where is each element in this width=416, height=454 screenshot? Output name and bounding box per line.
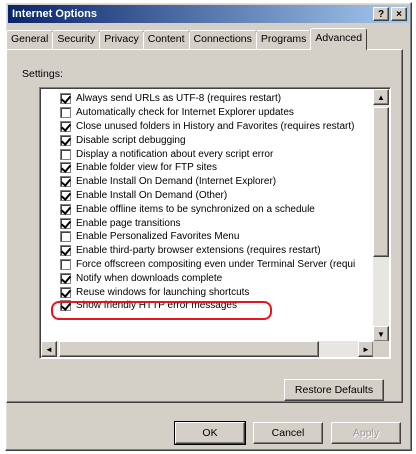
checkbox-checked[interactable] (60, 162, 71, 174)
setting-item[interactable]: Enable Install On Demand (Other) (60, 189, 373, 203)
setting-label: Notify when downloads complete (76, 272, 223, 284)
setting-label: Reuse windows for launching shortcuts (76, 286, 250, 298)
checkbox-checked[interactable] (60, 176, 71, 188)
checkbox-checked[interactable] (60, 286, 71, 298)
setting-label: Enable Personalized Favorites Menu (76, 231, 240, 243)
vertical-scroll-thumb[interactable] (373, 107, 389, 257)
cancel-button[interactable]: Cancel (253, 422, 323, 444)
apply-button[interactable]: Apply (331, 422, 401, 444)
checkbox-checked[interactable] (60, 245, 71, 257)
checkbox-unchecked[interactable] (60, 258, 71, 270)
checkbox-checked[interactable] (60, 272, 71, 284)
setting-item[interactable]: Show friendly HTTP error messages (60, 299, 373, 313)
setting-label: Enable third-party browser extensions (r… (76, 245, 321, 257)
checkbox-unchecked[interactable] (60, 107, 71, 119)
setting-label: Enable offline items to be synchronized … (76, 203, 315, 215)
tab-connections[interactable]: Connections (188, 30, 257, 49)
checkbox-checked[interactable] (60, 134, 71, 146)
setting-label: Close unused folders in History and Favo… (76, 120, 355, 132)
tab-strip: General Security Privacy Content Connect… (6, 28, 412, 50)
scrollbar-corner (373, 341, 389, 357)
checkbox-unchecked[interactable] (60, 231, 71, 243)
tab-privacy[interactable]: Privacy (99, 30, 144, 49)
checkbox-checked[interactable] (60, 217, 71, 229)
setting-item[interactable]: Automatically check for Internet Explore… (60, 106, 373, 120)
title-bar[interactable]: Internet Options ? × (8, 5, 409, 23)
setting-label: Enable folder view for FTP sites (76, 162, 217, 174)
setting-item[interactable]: Close unused folders in History and Favo… (60, 120, 373, 134)
checkbox-checked[interactable] (60, 189, 71, 201)
setting-label: Enable page transitions (76, 217, 181, 229)
checkbox-checked[interactable] (60, 203, 71, 215)
setting-item[interactable]: Notify when downloads complete (60, 271, 373, 285)
scroll-left-icon[interactable]: ◄ (41, 341, 57, 357)
close-button[interactable]: × (391, 7, 407, 21)
checkbox-checked[interactable] (60, 300, 71, 312)
setting-label: Show friendly HTTP error messages (76, 300, 237, 312)
settings-list: Always send URLs as UTF-8 (requires rest… (60, 92, 373, 340)
help-button[interactable]: ? (373, 7, 389, 21)
settings-label: Settings: (22, 68, 63, 80)
checkbox-unchecked[interactable] (60, 148, 71, 160)
setting-item[interactable]: Always send URLs as UTF-8 (requires rest… (60, 92, 373, 106)
setting-item[interactable]: Display a notification about every scrip… (60, 147, 373, 161)
tab-advanced[interactable]: Advanced (310, 28, 368, 50)
tab-content[interactable]: Content (142, 30, 190, 49)
restore-defaults-button[interactable]: Restore Defaults (284, 379, 384, 401)
setting-item[interactable]: Disable script debugging (60, 133, 373, 147)
setting-item[interactable]: Enable page transitions (60, 216, 373, 230)
setting-label: Enable Install On Demand (Other) (76, 189, 228, 201)
checkbox-checked[interactable] (60, 93, 71, 105)
setting-label: Disable script debugging (76, 134, 186, 146)
setting-item[interactable]: Reuse windows for launching shortcuts (60, 285, 373, 299)
setting-item[interactable]: Enable offline items to be synchronized … (60, 202, 373, 216)
tab-programs[interactable]: Programs (255, 30, 312, 49)
setting-label: Always send URLs as UTF-8 (requires rest… (76, 93, 282, 105)
setting-label: Display a notification about every scrip… (76, 148, 274, 160)
scroll-down-icon[interactable]: ▼ (373, 326, 389, 342)
vertical-scrollbar[interactable]: ▲ ▼ (373, 89, 389, 342)
setting-item[interactable]: Enable folder view for FTP sites (60, 161, 373, 175)
setting-label: Automatically check for Internet Explore… (76, 107, 294, 119)
tab-security[interactable]: Security (52, 30, 101, 49)
settings-listbox[interactable]: Always send URLs as UTF-8 (requires rest… (39, 87, 391, 359)
setting-label: Enable Install On Demand (Internet Explo… (76, 176, 277, 188)
tab-general[interactable]: General (6, 30, 54, 49)
setting-item[interactable]: Enable Install On Demand (Internet Explo… (60, 175, 373, 189)
checkbox-checked[interactable] (60, 120, 71, 132)
horizontal-scroll-thumb[interactable] (59, 341, 319, 357)
setting-label: Force offscreen compositing even under T… (76, 258, 356, 270)
setting-item[interactable]: Enable Personalized Favorites Menu (60, 230, 373, 244)
ok-button[interactable]: OK (174, 421, 246, 445)
scroll-right-icon[interactable]: ► (358, 341, 374, 357)
window-title: Internet Options (12, 8, 97, 20)
scroll-up-icon[interactable]: ▲ (373, 89, 389, 105)
setting-item[interactable]: Force offscreen compositing even under T… (60, 258, 373, 272)
horizontal-scrollbar[interactable]: ◄ ► (41, 341, 374, 357)
setting-item[interactable]: Enable third-party browser extensions (r… (60, 244, 373, 258)
